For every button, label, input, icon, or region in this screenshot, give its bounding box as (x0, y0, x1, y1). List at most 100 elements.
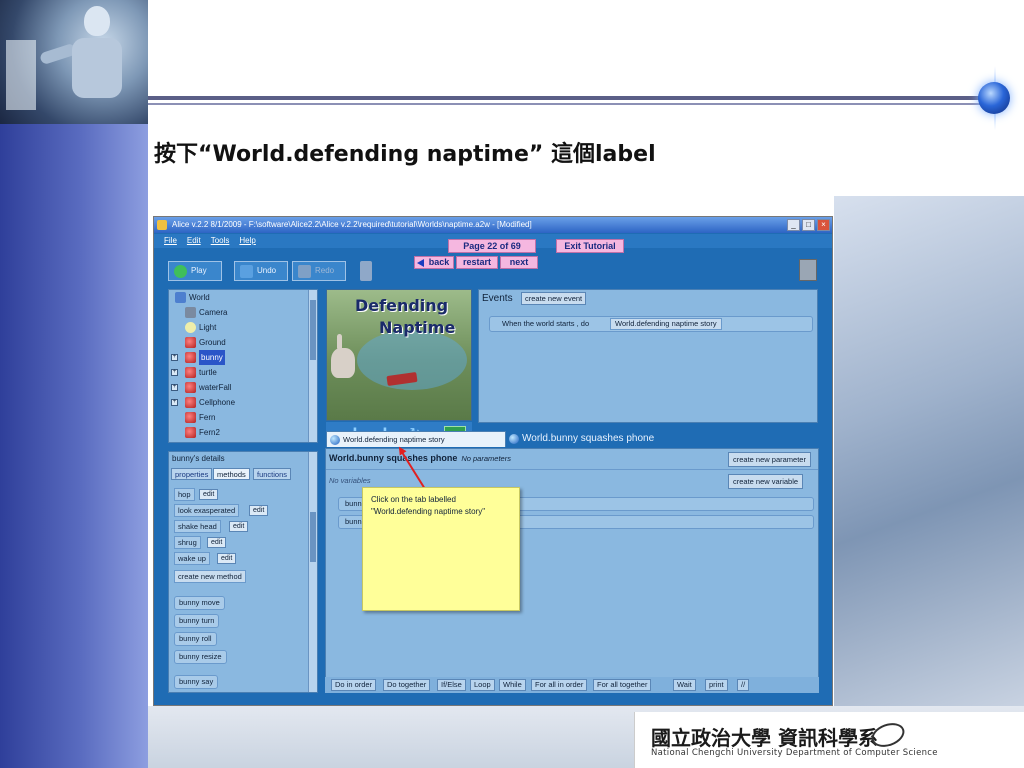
camera-icon (185, 307, 196, 318)
create-new-method-button[interactable]: create new method (174, 570, 246, 583)
tree-item-ground[interactable]: Ground (169, 335, 317, 350)
object-tree: World Camera Light Ground + bunny + turtle… (168, 289, 318, 443)
scene-preview[interactable]: Defending Naptime (326, 289, 472, 421)
builtin-bunny-resize[interactable]: bunny resize (174, 650, 227, 664)
tab-properties[interactable]: properties (171, 468, 213, 480)
loop-button[interactable]: Loop (470, 679, 495, 691)
builtin-bunny-roll[interactable]: bunny roll (174, 632, 217, 646)
method-hop[interactable]: hop (174, 488, 195, 501)
bunny-figure (331, 348, 355, 378)
tree-item-light[interactable]: Light (169, 320, 317, 335)
tree-item-cellphone[interactable]: + Cellphone (169, 395, 317, 410)
comment-button[interactable]: // (737, 679, 750, 691)
undo-button[interactable]: Undo (234, 261, 288, 281)
builtin-bunny-say[interactable]: bunny say (174, 675, 219, 689)
do-in-order-button[interactable]: Do in order (331, 679, 377, 691)
details-panel: bunny's details properties methods funct… (168, 451, 318, 693)
method-shrug[interactable]: shrug (174, 536, 201, 549)
method-shake-head[interactable]: shake head (174, 520, 221, 533)
window-titlebar: Alice v.2.2 8/1/2009 - F:\software\Alice… (154, 217, 832, 233)
world-globe-icon (509, 434, 519, 444)
expand-icon[interactable]: + (171, 384, 178, 391)
tree-item-fern[interactable]: Fern (169, 410, 317, 425)
redo-icon (298, 265, 311, 278)
university-logo: 國立政治大學 資訊科學系 National Chengchi Universit… (634, 712, 1024, 768)
blue-orb-icon (978, 82, 1010, 114)
tab-defending-naptime-story[interactable]: World.defending naptime story (326, 431, 506, 447)
create-new-variable-button[interactable]: create new variable (728, 474, 804, 489)
tree-item-waterfall[interactable]: + waterFall (169, 380, 317, 395)
menu-file[interactable]: File (164, 234, 177, 248)
redo-button[interactable]: Redo (292, 261, 346, 281)
builtin-bunny-move[interactable]: bunny move (174, 596, 225, 610)
tree-item-world[interactable]: World (169, 290, 317, 305)
if-else-button[interactable]: If/Else (437, 679, 466, 691)
back-label: back (428, 257, 450, 267)
play-button[interactable]: Play (168, 261, 222, 281)
edit-shrug-button[interactable]: edit (207, 537, 227, 548)
title-divider (148, 96, 984, 100)
editor-header: World.bunny squashes phone No parameters (329, 453, 511, 463)
title-divider-thin (148, 103, 984, 105)
details-scrollbar[interactable] (308, 452, 317, 692)
menu-edit[interactable]: Edit (187, 234, 201, 248)
scene-title-line2: Naptime (379, 318, 456, 337)
edit-wake-up-button[interactable]: edit (217, 553, 237, 564)
create-new-parameter-button[interactable]: create new parameter (728, 452, 811, 467)
method-wake-up[interactable]: wake up (174, 552, 210, 565)
print-button[interactable]: print (705, 679, 728, 691)
event-method-dropdown[interactable]: World.defending naptime story (610, 318, 722, 330)
for-all-together-button[interactable]: For all together (593, 679, 652, 691)
menu-tools[interactable]: Tools (211, 234, 230, 248)
events-label: Events (482, 293, 513, 304)
object-icon (185, 412, 196, 423)
tree-item-camera[interactable]: Camera (169, 305, 317, 320)
builtin-bunny-turn[interactable]: bunny turn (174, 614, 220, 628)
close-button[interactable]: × (817, 219, 830, 231)
tutorial-back-button[interactable]: back (414, 256, 454, 269)
while-button[interactable]: While (499, 679, 526, 691)
tree-item-fern2[interactable]: Fern2 (169, 425, 317, 440)
maximize-button[interactable]: □ (802, 219, 815, 231)
edit-hop-button[interactable]: edit (199, 489, 219, 500)
expand-icon[interactable]: + (171, 354, 178, 361)
clipboard-icon[interactable] (799, 259, 817, 281)
tutorial-page-counter: Page 22 of 69 (448, 239, 536, 253)
slide-right-decoration (834, 196, 1024, 710)
object-icon (185, 382, 196, 393)
events-panel: Events create new event When the world s… (478, 289, 818, 423)
slide-title: 按下“World.defending naptime” 這個label (154, 142, 656, 167)
logo-english: National Chengchi University Department … (651, 748, 938, 758)
trash-icon[interactable] (360, 261, 372, 281)
for-all-in-order-button[interactable]: For all in order (531, 679, 588, 691)
tab-methods[interactable]: methods (213, 468, 250, 480)
wait-button[interactable]: Wait (673, 679, 696, 691)
edit-look-exasperated-button[interactable]: edit (249, 505, 269, 516)
edit-shake-head-button[interactable]: edit (229, 521, 249, 532)
tab-functions[interactable]: functions (253, 468, 292, 480)
logo-chinese: 國立政治大學 資訊科學系 (651, 726, 878, 750)
menu-help[interactable]: Help (239, 234, 255, 248)
tree-scrollbar[interactable] (308, 290, 317, 442)
event-row[interactable]: When the world starts , do World.defendi… (489, 316, 813, 332)
scene-title-line1: Defending (355, 296, 449, 315)
undo-icon (240, 265, 253, 278)
parameters-note: No parameters (461, 454, 511, 463)
object-icon (185, 367, 196, 378)
do-together-button[interactable]: Do together (383, 679, 431, 691)
exit-tutorial-button[interactable]: Exit Tutorial (556, 239, 624, 253)
expand-icon[interactable]: + (171, 369, 178, 376)
method-look-exasperated[interactable]: look exasperated (174, 504, 240, 517)
minimize-button[interactable]: _ (787, 219, 800, 231)
tree-item-turtle[interactable]: + turtle (169, 365, 317, 380)
tab-bunny-squashes-phone[interactable]: World.bunny squashes phone (506, 431, 676, 447)
object-icon (185, 427, 196, 438)
object-icon (185, 337, 196, 348)
tutorial-restart-button[interactable]: restart (456, 256, 498, 269)
tutorial-next-button[interactable]: next (500, 256, 538, 269)
light-icon (185, 322, 196, 333)
expand-icon[interactable]: + (171, 399, 178, 406)
tree-item-bunny[interactable]: + bunny (169, 350, 317, 365)
object-icon (185, 352, 196, 363)
create-new-event-button[interactable]: create new event (521, 292, 587, 305)
